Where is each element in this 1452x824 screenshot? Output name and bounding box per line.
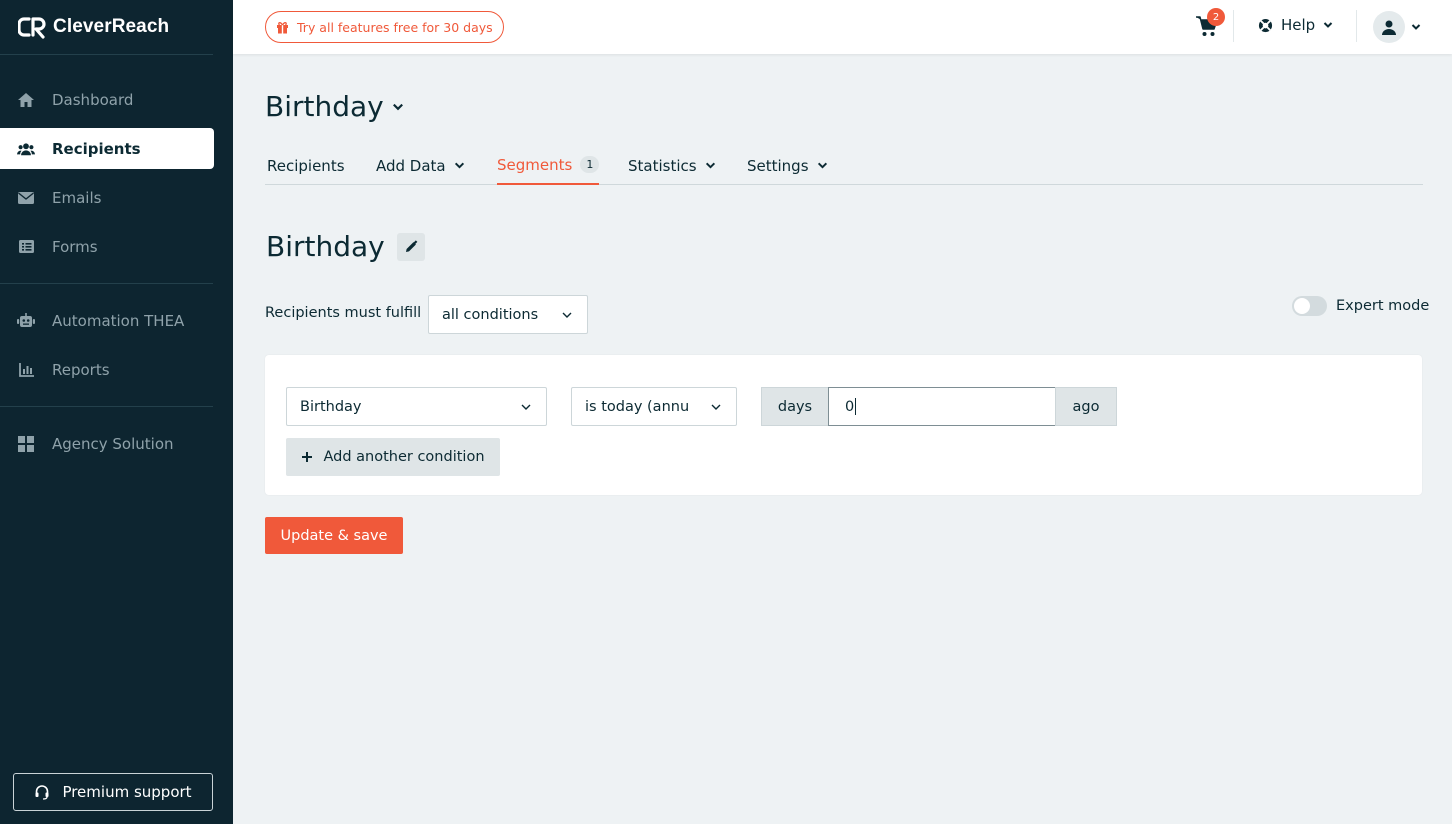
sidebar-item-label: Automation THEA	[52, 311, 185, 330]
pencil-icon	[405, 239, 418, 252]
logo[interactable]: CleverReach	[18, 14, 169, 40]
sidebar-item-label: Forms	[52, 237, 98, 256]
cleverreach-logo-icon	[18, 17, 46, 39]
update-save-button[interactable]: Update & save	[265, 517, 403, 554]
select-value: all conditions	[442, 306, 539, 323]
topbar: Try all features free for 30 days 2 Help	[233, 0, 1452, 54]
sidebar-item-label: Emails	[52, 188, 102, 207]
headset-icon	[35, 785, 49, 800]
tab-segments[interactable]: Segments 1	[497, 146, 600, 185]
chevron-down-icon	[817, 162, 827, 169]
condition-operator-select[interactable]: is today (annu	[571, 387, 737, 426]
brand-name: CleverReach	[53, 16, 170, 37]
condition-field-select[interactable]: Birthday	[286, 387, 547, 426]
tab-label: Segments	[497, 155, 573, 174]
help-menu[interactable]: Help	[1258, 16, 1333, 34]
plus-icon	[302, 452, 313, 462]
tab-label: Statistics	[628, 156, 697, 175]
segments-count-badge: 1	[580, 156, 600, 173]
avatar	[1373, 11, 1405, 43]
add-condition-label: Add another condition	[323, 449, 485, 465]
sidebar-divider	[0, 283, 213, 284]
grid-icon	[17, 435, 35, 453]
group-title-text: Birthday	[265, 90, 384, 123]
user-icon	[1382, 20, 1396, 35]
topbar-divider	[1233, 10, 1234, 42]
tab-statistics[interactable]: Statistics	[628, 146, 716, 185]
expert-mode-toggle[interactable]	[1292, 296, 1327, 316]
tab-settings[interactable]: Settings	[747, 146, 828, 185]
robot-icon	[17, 312, 35, 330]
sidebar-item-forms[interactable]: Forms	[0, 226, 214, 267]
conditions-match-select[interactable]: all conditions	[428, 295, 588, 334]
users-icon	[17, 140, 35, 158]
group-title[interactable]: Birthday	[265, 90, 404, 123]
expert-mode: Expert mode	[1292, 296, 1429, 316]
sidebar-divider	[0, 406, 213, 407]
sidebar-item-recipients[interactable]: Recipients	[0, 128, 214, 169]
chevron-down-icon	[1411, 24, 1421, 30]
chevron-down-icon	[705, 162, 715, 169]
tab-label: Recipients	[267, 156, 345, 175]
segment-title: Birthday	[266, 230, 425, 263]
topbar-divider	[1356, 10, 1357, 42]
sidebar-item-label: Recipients	[52, 139, 141, 158]
chevron-down-icon	[562, 312, 572, 318]
free-trial-label: Try all features free for 30 days	[297, 19, 493, 35]
chevron-down-icon	[1323, 22, 1333, 28]
premium-support-button[interactable]: Premium support	[13, 773, 213, 811]
ago-suffix-label: ago	[1055, 387, 1117, 426]
lifebuoy-icon	[1258, 18, 1273, 32]
envelope-icon	[17, 189, 35, 207]
sidebar-item-automation[interactable]: Automation THEA	[0, 300, 214, 341]
free-trial-button[interactable]: Try all features free for 30 days	[265, 11, 504, 43]
sidebar-item-agency-solution[interactable]: Agency Solution	[0, 423, 214, 464]
sidebar-item-dashboard[interactable]: Dashboard	[0, 79, 214, 120]
user-menu[interactable]	[1373, 11, 1421, 43]
help-label: Help	[1281, 16, 1316, 34]
edit-segment-name-button[interactable]	[396, 232, 425, 261]
tab-recipients[interactable]: Recipients	[267, 146, 345, 185]
sidebar-item-label: Dashboard	[52, 90, 134, 109]
days-prefix-label: days	[761, 387, 829, 426]
chevron-down-icon	[392, 103, 403, 110]
chevron-down-icon	[521, 404, 531, 410]
tab-add-data[interactable]: Add Data	[376, 146, 465, 185]
sidebar-divider	[0, 54, 213, 55]
sidebar-item-label: Agency Solution	[52, 434, 174, 453]
premium-support-label: Premium support	[62, 783, 192, 801]
sidebar-item-reports[interactable]: Reports	[0, 349, 214, 390]
gift-icon	[277, 21, 288, 33]
home-icon	[17, 91, 35, 109]
expert-mode-label: Expert mode	[1336, 298, 1430, 314]
days-value-input[interactable]: 0	[828, 387, 1056, 426]
tab-label: Add Data	[376, 156, 446, 175]
days-input-value: 0	[845, 398, 855, 415]
sidebar: CleverReach Dashboard Recipients Emails …	[0, 0, 233, 824]
cart-count-badge: 2	[1207, 8, 1225, 26]
sidebar-item-label: Reports	[52, 360, 110, 379]
form-icon	[17, 238, 35, 256]
fulfill-label: Recipients must fulfill	[265, 305, 422, 321]
chart-icon	[17, 361, 35, 379]
sidebar-item-emails[interactable]: Emails	[0, 177, 214, 218]
tab-label: Settings	[747, 156, 809, 175]
add-condition-button[interactable]: Add another condition	[286, 438, 500, 476]
select-value: is today (annu	[585, 398, 690, 415]
chevron-down-icon	[454, 162, 464, 169]
segment-title-text: Birthday	[266, 230, 385, 263]
text-cursor	[855, 398, 857, 415]
chevron-down-icon	[711, 404, 721, 410]
select-value: Birthday	[300, 398, 362, 415]
tabs: Recipients Add Data Segments 1 Statistic…	[265, 146, 1423, 185]
